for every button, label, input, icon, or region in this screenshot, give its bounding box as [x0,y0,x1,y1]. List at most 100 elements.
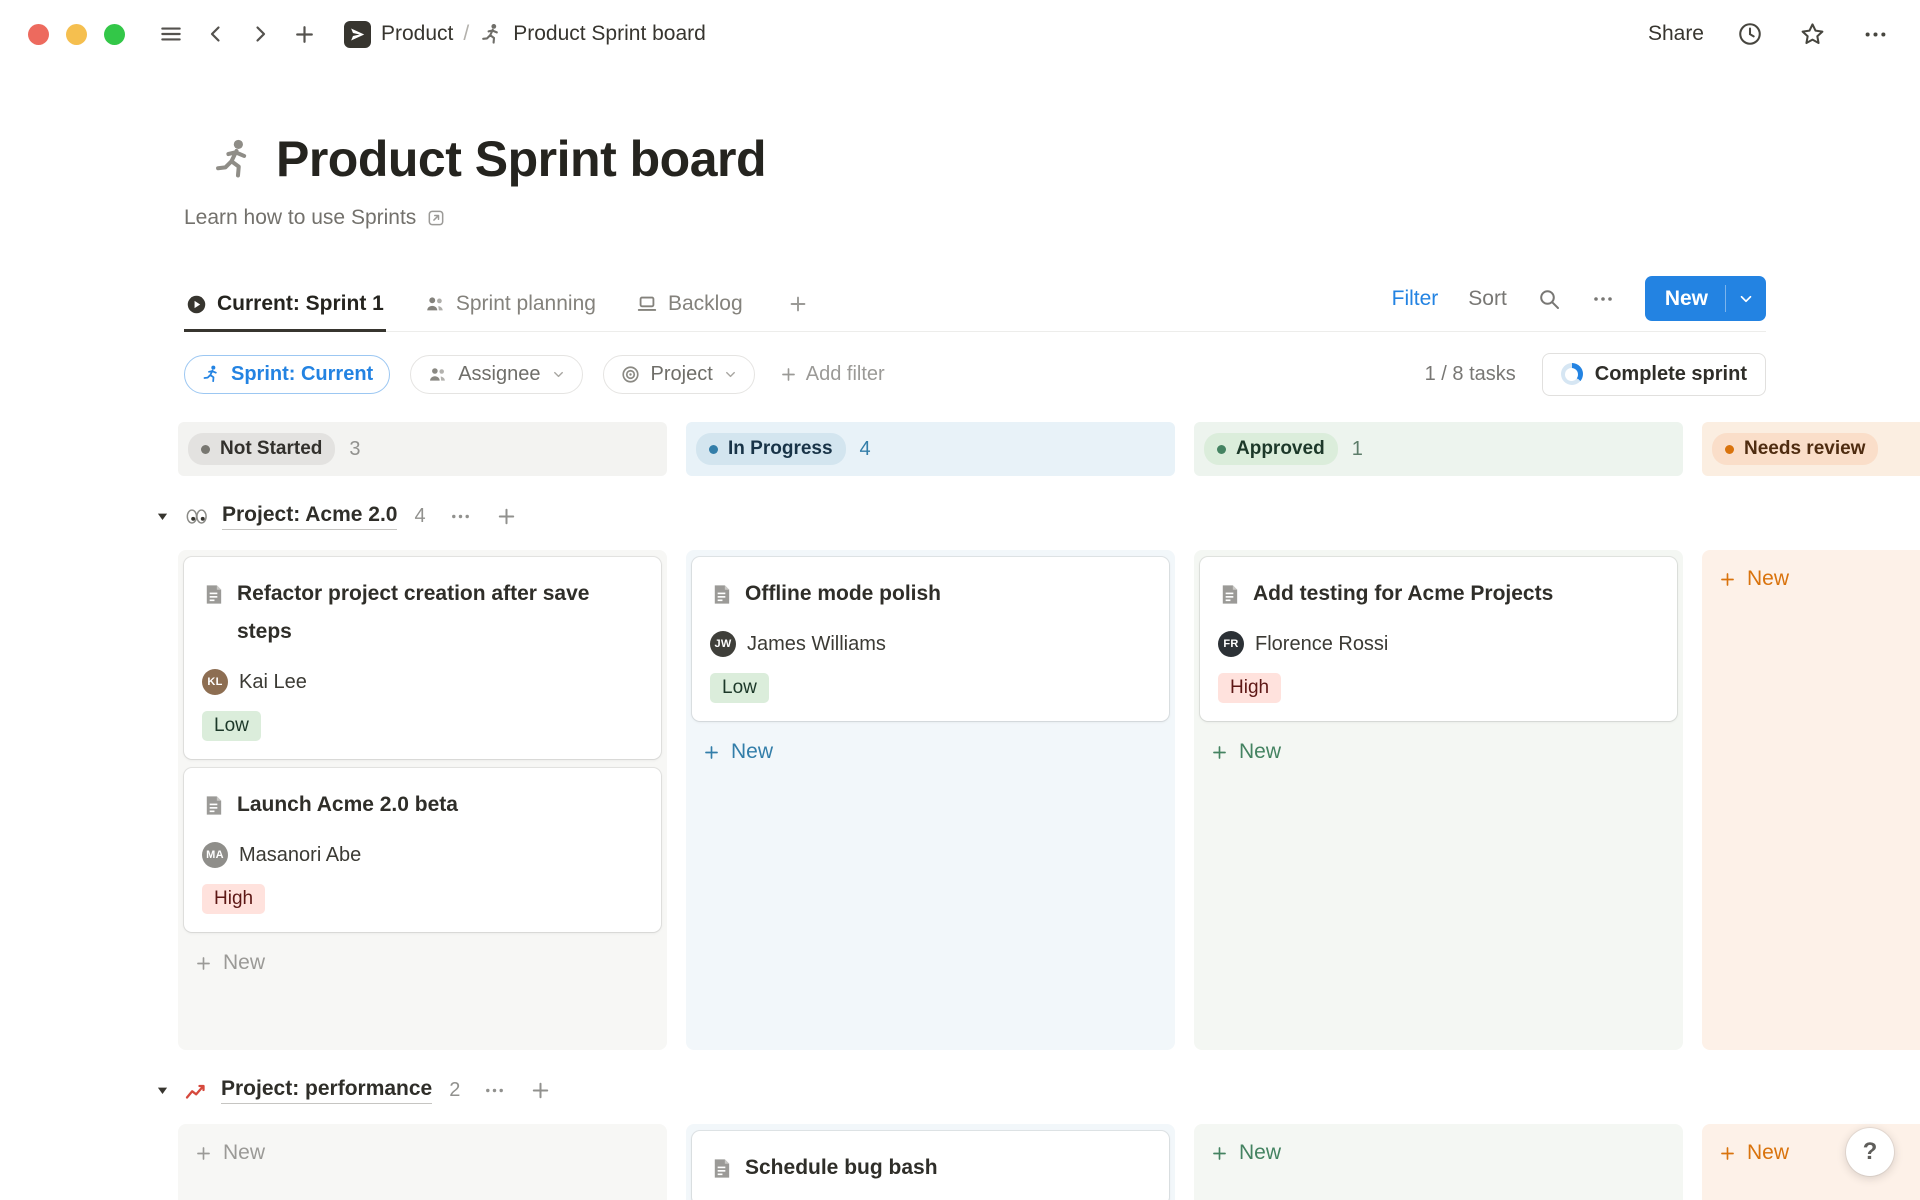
group-count: 4 [414,505,425,528]
people-icon [427,364,448,385]
group-title[interactable]: Project: Acme 2.0 [222,503,397,530]
assignee-name: Kai Lee [239,671,307,694]
column-not-started: Refactor project creation after save ste… [178,550,667,1050]
assignee-filter-chip[interactable]: Assignee [410,355,582,394]
paper-plane-icon [344,21,371,48]
laptop-icon [636,293,658,315]
search-icon[interactable] [1537,287,1561,311]
sidebar-toggle-icon[interactable] [155,18,187,50]
breadcrumb-separator: / [463,22,469,46]
group-performance: Project: performance 2 New Schedule bug … [178,1070,1920,1200]
card-assignee: MA Masanori Abe [202,842,643,868]
group-options-icon[interactable] [483,1079,506,1102]
zoom-window-icon[interactable] [104,24,125,45]
assignee-name: Florence Rossi [1255,633,1388,656]
task-card[interactable]: Launch Acme 2.0 beta MA Masanori Abe Hig… [184,768,661,932]
column-not-started: New [178,1124,667,1200]
document-icon [1218,583,1241,606]
close-window-icon[interactable] [28,24,49,45]
progress-ring-icon [1561,363,1583,385]
card-title: Schedule bug bash [745,1149,938,1187]
sprint-filter-chip[interactable]: Sprint: Current [184,355,390,394]
card-assignee: KL Kai Lee [202,669,643,695]
new-card-button[interactable]: New [184,941,661,985]
minimize-window-icon[interactable] [66,24,87,45]
task-count: 1 / 8 tasks [1425,363,1516,386]
star-icon[interactable] [1796,18,1829,51]
avatar: JW [710,631,736,657]
external-link-icon [426,208,446,228]
column-approved: Add testing for Acme Projects FR Florenc… [1194,550,1683,1050]
more-options-icon[interactable] [1859,18,1892,51]
task-card[interactable]: Refactor project creation after save ste… [184,557,661,759]
complete-sprint-button[interactable]: Complete sprint [1542,353,1766,396]
new-task-dropdown-icon[interactable] [1726,290,1766,308]
page-title-row: Product Sprint board [210,130,1920,188]
add-view-button[interactable] [781,284,815,331]
tab-current-sprint[interactable]: Current: Sprint 1 [184,284,386,332]
help-button[interactable]: ? [1846,1128,1894,1176]
group-body-performance: New Schedule bug bash New [178,1124,1920,1200]
column-header-not-started[interactable]: Not Started 3 [178,422,667,476]
triangle-toggle-icon[interactable] [154,508,171,525]
group-options-icon[interactable] [449,505,472,528]
filter-button[interactable]: Filter [1392,287,1439,311]
new-task-button[interactable]: New [1645,276,1766,321]
view-options-icon[interactable] [1591,287,1615,311]
tab-label: Backlog [668,292,743,316]
runner-icon [479,22,503,46]
view-tabs-bar: Current: Sprint 1 Sprint planning Backlo… [184,276,1766,332]
status-dot [709,445,718,454]
plus-icon [779,365,798,384]
group-add-icon[interactable] [529,1079,552,1102]
new-card-button[interactable]: New [692,730,1169,774]
group-add-icon[interactable] [495,505,518,528]
tab-sprint-planning[interactable]: Sprint planning [422,284,598,331]
breadcrumb-product[interactable]: Product [344,21,453,48]
add-filter-button[interactable]: Add filter [779,363,885,386]
task-card[interactable]: Schedule bug bash [692,1131,1169,1200]
back-icon[interactable] [201,19,231,49]
new-page-icon[interactable] [289,19,320,50]
plus-icon [1718,1144,1737,1163]
column-header-needs-review[interactable]: Needs review [1702,422,1920,476]
column-header-in-progress[interactable]: In Progress 4 [686,422,1175,476]
learn-sprints-link[interactable]: Learn how to use Sprints [184,206,446,230]
card-title: Launch Acme 2.0 beta [237,786,458,824]
plus-icon [1210,743,1229,762]
card-title: Add testing for Acme Projects [1253,575,1553,613]
group-title[interactable]: Project: performance [221,1077,432,1104]
page-title[interactable]: Product Sprint board [276,130,766,188]
plus-icon [702,743,721,762]
group-acme: Project: Acme 2.0 4 Refactor project cre… [178,496,1920,1050]
page-runner-icon [210,136,256,182]
task-card[interactable]: Offline mode polish JW James Williams Lo… [692,557,1169,721]
share-button[interactable]: Share [1648,22,1704,46]
column-name: In Progress [728,438,833,460]
card-assignee: JW James Williams [710,631,1151,657]
triangle-toggle-icon[interactable] [154,1082,171,1099]
sprint-filter-label: Sprint: Current [231,363,373,386]
new-card-button[interactable]: New [1200,1131,1677,1175]
new-card-button[interactable]: New [1708,557,1920,601]
new-task-label: New [1645,287,1725,311]
new-card-button[interactable]: New [1200,730,1677,774]
task-card[interactable]: Add testing for Acme Projects FR Florenc… [1200,557,1677,721]
forward-icon[interactable] [245,19,275,49]
history-clock-icon[interactable] [1734,18,1766,50]
assignee-name: Masanori Abe [239,844,361,867]
tab-label: Sprint planning [456,292,596,316]
column-header-approved[interactable]: Approved 1 [1194,422,1683,476]
column-count: 4 [860,438,871,461]
add-filter-label: Add filter [806,363,885,386]
new-card-label: New [223,1141,265,1165]
group-count: 2 [449,1079,460,1102]
priority-badge: Low [710,673,769,703]
project-filter-chip[interactable]: Project [603,355,755,394]
breadcrumb: Product / Product Sprint board [344,21,706,48]
tab-backlog[interactable]: Backlog [634,284,745,331]
new-card-label: New [1747,567,1789,591]
new-card-button[interactable]: New [184,1131,661,1175]
breadcrumb-sprint-board[interactable]: Product Sprint board [479,22,706,46]
sort-button[interactable]: Sort [1468,287,1507,311]
